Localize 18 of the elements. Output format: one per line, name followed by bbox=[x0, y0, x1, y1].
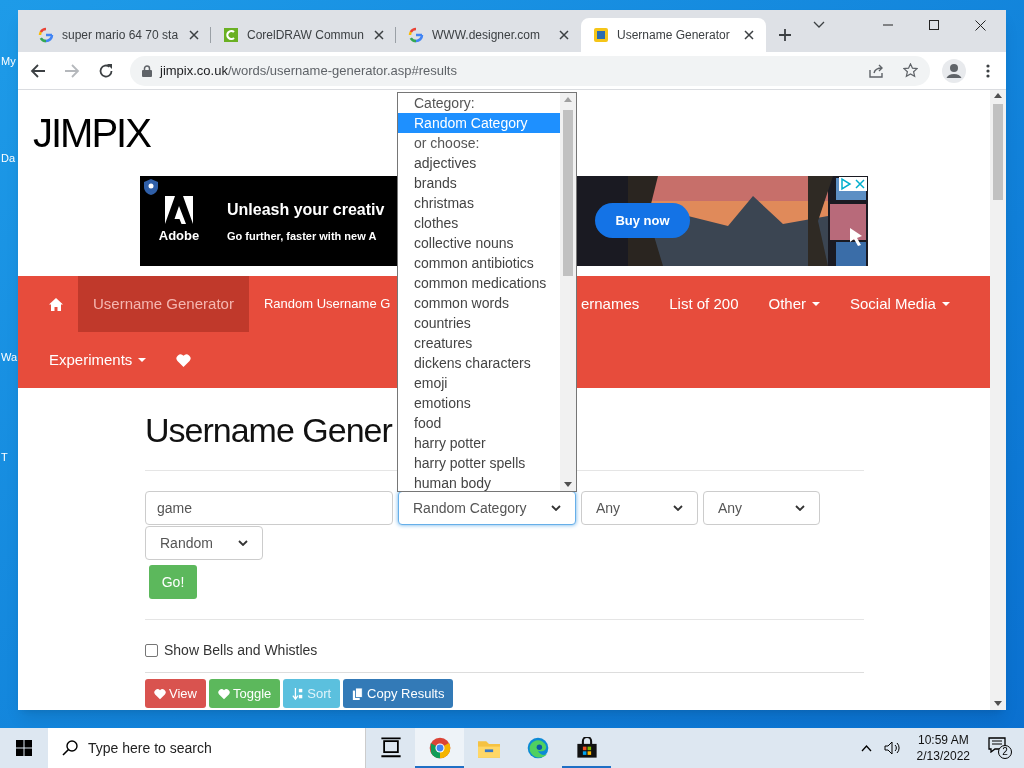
tab-title: Username Generator bbox=[617, 27, 731, 44]
group-label: or choose: bbox=[413, 134, 481, 153]
tab-title: super mario 64 70 sta bbox=[62, 27, 180, 44]
ad-headline: Unleash your creativ bbox=[227, 199, 385, 220]
search-placeholder: Type here to search bbox=[88, 738, 212, 758]
brand-name: Adobe bbox=[158, 227, 200, 246]
notification-badge: 2 bbox=[998, 745, 1012, 759]
page-heading: Username Gener bbox=[145, 410, 392, 451]
tab-title: CorelDRAW Commun bbox=[247, 27, 365, 44]
desktop-icon-label: Wa bbox=[1, 352, 18, 363]
tab-title: WWW.designer.com bbox=[432, 27, 542, 44]
desktop-icon-label: Da bbox=[1, 153, 16, 164]
url-text: jimpix.co.uk/words/username-generator.asp#results bbox=[160, 61, 458, 80]
desktop-icon-label: My bbox=[1, 56, 16, 67]
group-label: Category: bbox=[413, 94, 476, 113]
desktop-icon-label: T bbox=[1, 452, 8, 463]
ad-subline: Go further, faster with new A bbox=[227, 228, 378, 244]
checkbox-label: Show Bells and Whistles bbox=[164, 641, 318, 660]
